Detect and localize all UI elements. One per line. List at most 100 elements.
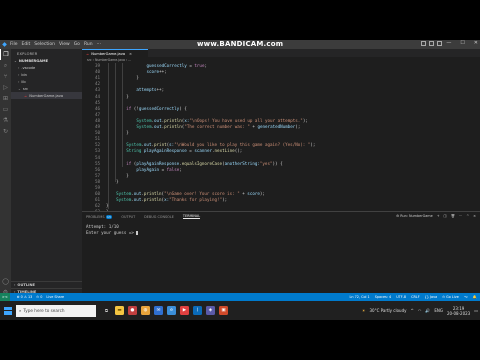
language-indicator[interactable]: ENG <box>434 308 443 313</box>
tree-item-label: bin <box>21 72 27 77</box>
menu-view[interactable]: View <box>59 42 70 47</box>
code-line: System.out.println("The correct number w… <box>136 124 301 129</box>
code-line: System.out.println(x:"Thanks for playing… <box>116 197 228 203</box>
account-icon[interactable]: ◯ <box>0 276 11 287</box>
chevron-down-icon: ⌄ <box>14 59 17 63</box>
testing-icon[interactable]: ⚗ <box>0 115 11 126</box>
toggle-secondary-sidebar-icon[interactable] <box>437 41 442 46</box>
task-view-icon[interactable]: ⧉ <box>102 306 111 315</box>
terminal-instance-label[interactable]: ⚙ Run: NumberGame <box>396 214 433 218</box>
maximize-icon[interactable]: ☐ <box>460 40 464 46</box>
start-button[interactable] <box>0 301 16 320</box>
encoding[interactable]: UTF-8 <box>396 295 406 299</box>
windows-taskbar: ⌕ Type here to search ⧉ ▬ ● ◍ ✉ e ▶ ⟩ ◈ … <box>0 301 480 320</box>
activity-bar: ❐ ⌕ ⑂ ▷ ⊞ ▭ ⚗ ↻ ◯ ⚙ <box>0 49 11 302</box>
volume-icon[interactable]: 🔊 <box>425 308 430 313</box>
java-file-icon: ☕ <box>24 93 28 98</box>
maximize-panel-icon[interactable]: ^ <box>466 214 469 218</box>
tab-numbergame-java[interactable]: ☕ NumberGame.java × <box>82 49 148 57</box>
live-share-icon[interactable]: ↻ <box>0 126 11 137</box>
chrome-icon[interactable]: ◍ <box>141 306 150 315</box>
ports-status[interactable]: ⊙ 0 <box>36 295 42 299</box>
app-icon[interactable]: ▶ <box>180 306 189 315</box>
code-editor[interactable]: 39 guessedCorrectly = true; 40 score++; 41} 4… <box>82 63 480 221</box>
search-placeholder: Type here to search <box>23 308 65 313</box>
tab-terminal[interactable]: TERMINAL <box>182 214 201 219</box>
menu-go[interactable]: Go <box>74 42 80 47</box>
close-tab-icon[interactable]: × <box>129 52 132 56</box>
bottom-panel: PROBLEMS 13 OUTPUT DEBUG CONSOLE TERMINAL… <box>82 211 480 302</box>
tab-output[interactable]: OUTPUT <box>121 215 135 219</box>
toggle-panel-icon[interactable] <box>429 41 434 46</box>
tree-item-vscode[interactable]: › .vscode <box>11 64 82 71</box>
menu-edit[interactable]: Edit <box>22 42 31 47</box>
split-terminal-icon[interactable]: ◫ <box>444 214 447 218</box>
status-bar: >< ⊗ 0 ⚠ 13 ⊙ 0 Live Share Ln 72, Col 1 … <box>0 293 480 301</box>
tab-debug-console[interactable]: DEBUG CONSOLE <box>144 215 174 219</box>
code-line: attempts++; <box>136 87 165 93</box>
system-tray: ☀ 30°C Partly cloudy ^ ◠ 🔊 ENG 23:19 20-… <box>362 301 478 320</box>
search-icon[interactable]: ⌕ <box>0 60 11 71</box>
app3-icon[interactable]: ▣ <box>219 306 228 315</box>
app2-icon[interactable]: ◈ <box>206 306 215 315</box>
explorer-icon[interactable]: ❐ <box>0 49 11 60</box>
tree-item-lib[interactable]: › lib <box>11 78 82 85</box>
search-icon: ⌕ <box>19 308 22 313</box>
kill-terminal-icon[interactable]: 🗑 <box>451 214 455 218</box>
code-line: } <box>126 130 129 136</box>
close-panel-icon[interactable]: × <box>473 214 476 218</box>
tree-item-numbergame-java[interactable]: ☕ NumberGame.java <box>11 92 82 99</box>
notifications-icon[interactable]: 🔔 <box>473 295 477 299</box>
menu-file[interactable]: File <box>10 42 18 47</box>
layout-controls <box>421 41 442 46</box>
indentation[interactable]: Spaces: 4 <box>375 295 391 299</box>
line-ending[interactable]: CRLF <box>411 295 420 299</box>
letterbox-bottom <box>0 320 480 360</box>
taskbar-apps: ⧉ ▬ ● ◍ ✉ e ▶ ⟩ ◈ ▣ <box>102 306 228 315</box>
title-bar: ◆ File Edit Selection View Go Run ··· ww… <box>0 40 480 49</box>
feedback-icon[interactable]: ⌥ <box>464 295 468 299</box>
weather-text[interactable]: 30°C Partly cloudy <box>370 308 407 313</box>
run-debug-icon[interactable]: ▷ <box>0 82 11 93</box>
close-icon[interactable]: ✕ <box>474 40 478 46</box>
tree-item-bin[interactable]: › bin <box>11 71 82 78</box>
language-mode[interactable]: {} Java <box>425 295 438 299</box>
menu-more[interactable]: ··· <box>97 42 101 47</box>
window-controls: — ☐ ✕ <box>446 40 478 46</box>
mail-icon[interactable]: ✉ <box>154 306 163 315</box>
panel-actions: ⚙ Run: NumberGame + ◫ 🗑 ··· ^ × <box>396 214 476 218</box>
explorer-sidebar: EXPLORER ⌄ NUMBERGAME › .vscode › bin › … <box>11 49 82 302</box>
network-icon[interactable]: ◠ <box>418 308 422 313</box>
errors-warnings[interactable]: ⊗ 0 ⚠ 13 <box>17 295 33 299</box>
go-live-button[interactable]: ⊙ Go Live <box>442 295 459 299</box>
tree-item-label: lib <box>21 79 26 84</box>
new-terminal-icon[interactable]: + <box>437 214 440 218</box>
cursor-position[interactable]: Ln 72, Col 1 <box>349 295 369 299</box>
outline-section[interactable]: › OUTLINE <box>11 281 82 288</box>
edge-icon[interactable]: e <box>167 306 176 315</box>
terminal-output[interactable]: Attempt: 1/10 Enter your guess => <box>82 224 480 236</box>
minimize-icon[interactable]: — <box>446 40 451 46</box>
remote-explorer-icon[interactable]: ▭ <box>0 104 11 115</box>
tab-problems[interactable]: PROBLEMS 13 <box>86 214 113 219</box>
remote-indicator[interactable]: >< <box>0 293 10 301</box>
menu-run[interactable]: Run <box>84 42 93 47</box>
extensions-icon[interactable]: ⊞ <box>0 93 11 104</box>
clock[interactable]: 23:19 20-08-2023 <box>447 306 470 316</box>
windows-logo-icon <box>4 306 12 315</box>
taskbar-search[interactable]: ⌕ Type here to search <box>16 304 96 317</box>
toggle-sidebar-icon[interactable] <box>421 41 426 46</box>
editor-tab-bar: ☕ NumberGame.java × <box>82 49 480 57</box>
tray-chevron-icon[interactable]: ^ <box>411 308 414 313</box>
weather-icon: ☀ <box>361 308 366 313</box>
menu-selection[interactable]: Selection <box>34 42 55 47</box>
source-control-icon[interactable]: ⑂ <box>0 71 11 82</box>
tree-item-src[interactable]: ⌄ src <box>11 85 82 92</box>
file-explorer-icon[interactable]: ▬ <box>115 306 124 315</box>
more-actions-icon[interactable]: ··· <box>459 214 462 218</box>
vscode-taskbar-icon[interactable]: ⟩ <box>193 306 202 315</box>
live-share-status[interactable]: Live Share <box>46 295 64 299</box>
problems-count-badge: 13 <box>105 214 113 219</box>
notification-center-icon[interactable]: ▭ <box>474 308 478 313</box>
bandicam-icon[interactable]: ● <box>128 306 137 315</box>
